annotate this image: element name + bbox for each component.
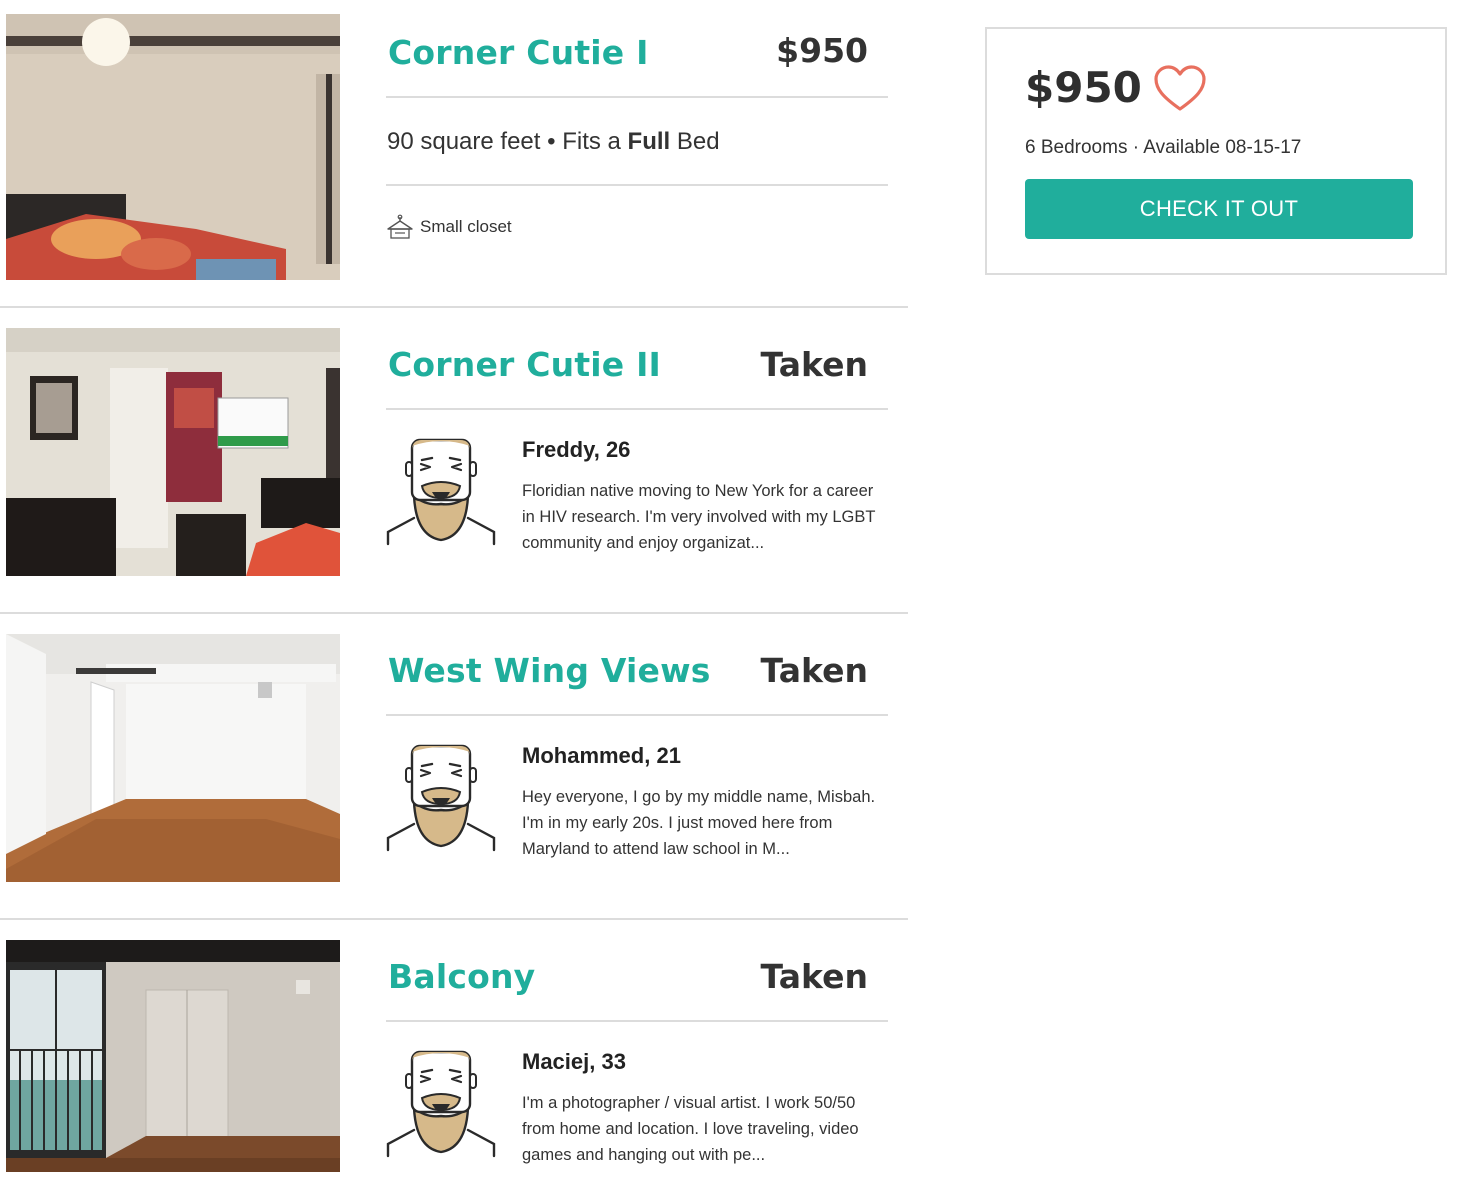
- favorite-heart-icon[interactable]: [1153, 65, 1207, 113]
- occupant-bio: I'm a photographer / visual artist. I wo…: [522, 1094, 859, 1164]
- fits-prefix: Fits a: [562, 128, 628, 155]
- room-size: 90 square feet: [387, 128, 541, 155]
- occupant-avatar-icon: [386, 1050, 496, 1158]
- occupant-name: Freddy, 26: [522, 437, 631, 462]
- room-title[interactable]: Corner Cutie I: [388, 36, 649, 69]
- room-photo-corner-cutie-ii[interactable]: [6, 328, 340, 576]
- room-photo-corner-cutie-i[interactable]: [6, 14, 340, 280]
- title-divider: [386, 714, 888, 716]
- bedroom-photo: [6, 14, 340, 280]
- summary-meta: 6 Bedrooms · Available 08-15-17: [1025, 137, 1302, 158]
- room-status: Taken: [760, 957, 868, 996]
- amenity-item: Small closet: [386, 214, 512, 240]
- room-status: Taken: [760, 345, 868, 384]
- title-divider: [386, 408, 888, 410]
- summary-price: $950: [1025, 63, 1142, 112]
- listing-divider: [0, 612, 908, 614]
- details-divider: [386, 184, 888, 186]
- bedroom-photo: [6, 634, 340, 882]
- room-title[interactable]: Balcony: [388, 960, 535, 993]
- title-divider: [386, 96, 888, 98]
- title-divider: [386, 1020, 888, 1022]
- bed-size: Full: [627, 128, 671, 155]
- occupant-bio: Floridian native moving to New York for …: [522, 482, 876, 552]
- summary-card: $950 6 Bedrooms · Available 08-15-17 CHE…: [985, 27, 1447, 275]
- bed-suffix: Bed: [670, 128, 720, 155]
- occupant-bio: Hey everyone, I go by my middle name, Mi…: [522, 788, 876, 858]
- room-status: Taken: [760, 651, 868, 690]
- occupant-name: Maciej, 33: [522, 1049, 626, 1074]
- room-price: $950: [776, 31, 868, 70]
- closet-hanger-icon: [387, 214, 413, 239]
- bedroom-photo: [6, 328, 340, 576]
- listing-divider: [0, 306, 908, 308]
- room-title[interactable]: West Wing Views: [388, 654, 711, 687]
- room-title[interactable]: Corner Cutie II: [388, 348, 661, 381]
- bedroom-photo: [6, 940, 340, 1172]
- check-it-out-button[interactable]: CHECK IT OUT: [1025, 179, 1413, 239]
- occupant-avatar-icon: [386, 744, 496, 852]
- room-photo-west-wing-views[interactable]: [6, 634, 340, 882]
- occupant-name: Mohammed, 21: [522, 743, 681, 768]
- amenity-label: Small closet: [420, 217, 512, 236]
- listing-divider: [0, 918, 908, 920]
- occupant-avatar-icon: [386, 438, 496, 546]
- room-details: 90 square feet • Fits a Full Bed: [387, 128, 720, 156]
- details-separator: •: [540, 128, 563, 155]
- room-photo-balcony[interactable]: [6, 940, 340, 1172]
